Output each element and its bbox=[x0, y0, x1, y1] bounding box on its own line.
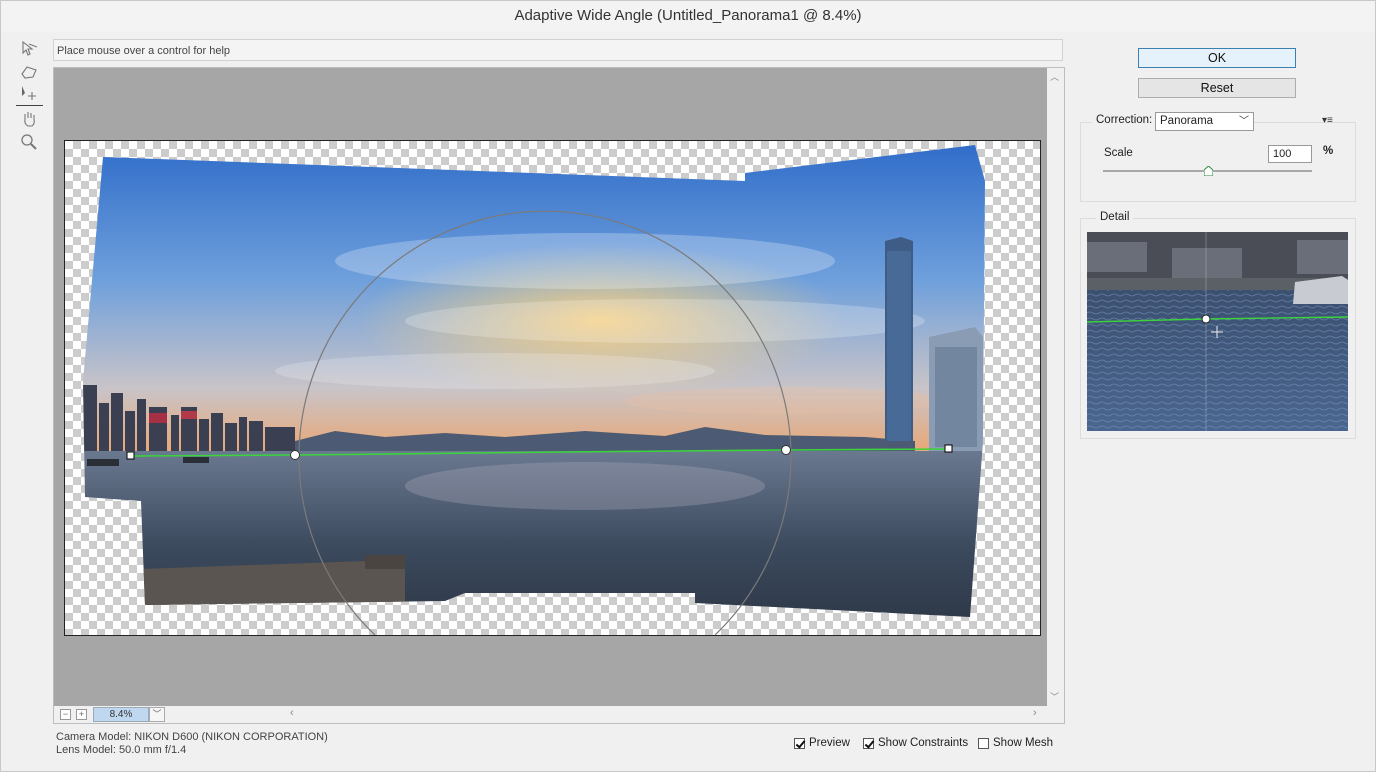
detail-loupe bbox=[1087, 232, 1348, 431]
zoom-out-button[interactable]: − bbox=[60, 709, 71, 720]
hand-tool-icon bbox=[24, 112, 35, 127]
scale-unit: % bbox=[1323, 145, 1334, 157]
show-mesh-checkbox-box[interactable] bbox=[978, 737, 989, 749]
lens-model-label: Lens Model: 50.0 mm f/1.4 bbox=[56, 744, 187, 756]
polygon-constraint-tool[interactable] bbox=[16, 61, 42, 83]
hand-tool[interactable] bbox=[16, 108, 42, 130]
zoom-tool-icon bbox=[21, 134, 37, 150]
correction-label: Correction: bbox=[1092, 114, 1157, 126]
detail-image bbox=[1087, 232, 1348, 431]
correction-value: Panorama bbox=[1160, 115, 1214, 127]
constraint-endpoint-right[interactable] bbox=[944, 444, 953, 453]
move-tool[interactable] bbox=[16, 82, 42, 104]
preview-checkbox[interactable]: Preview bbox=[794, 735, 850, 751]
move-tool-icon bbox=[22, 86, 36, 100]
zoom-dropdown-button[interactable]: ﹀ bbox=[149, 707, 165, 722]
preview-canvas[interactable] bbox=[54, 68, 1047, 706]
panorama-preview[interactable] bbox=[65, 141, 1040, 635]
chevron-down-icon: ﹀ bbox=[1239, 116, 1249, 127]
panorama-photo bbox=[83, 145, 985, 617]
tool-separator bbox=[16, 105, 43, 106]
vertical-scrollbar[interactable]: ︿ ﹀ bbox=[1047, 68, 1064, 706]
horizontal-scrollbar[interactable]: ‹ › bbox=[287, 706, 1047, 723]
window-title: Adaptive Wide Angle (Untitled_Panorama1 … bbox=[0, 0, 1376, 32]
scroll-left-icon[interactable]: ‹ bbox=[290, 707, 294, 719]
preview-checkbox-label: Preview bbox=[809, 737, 850, 749]
scale-slider-thumb[interactable] bbox=[1203, 165, 1213, 179]
scroll-right-icon[interactable]: › bbox=[1033, 707, 1037, 719]
constraint-tool[interactable] bbox=[16, 38, 42, 60]
scale-label: Scale bbox=[1104, 147, 1133, 159]
polygon-constraint-tool-icon bbox=[21, 66, 37, 79]
show-constraints-checkbox[interactable]: Show Constraints bbox=[863, 735, 968, 751]
zoom-in-button[interactable]: + bbox=[76, 709, 87, 720]
zoom-level-field[interactable]: 8.4% bbox=[93, 707, 149, 722]
reset-button[interactable]: Reset bbox=[1138, 78, 1296, 98]
constraint-handle-left[interactable] bbox=[290, 450, 300, 460]
camera-model-label: Camera Model: NIKON D600 (NIKON CORPORAT… bbox=[56, 731, 328, 743]
constraint-tool-icon bbox=[22, 40, 38, 56]
show-constraints-checkbox-label: Show Constraints bbox=[878, 737, 969, 749]
detail-label: Detail bbox=[1096, 211, 1134, 223]
scale-input[interactable]: 100 bbox=[1268, 145, 1312, 163]
panel-menu-icon[interactable]: ▾≡ bbox=[1322, 115, 1333, 126]
transparent-image-area[interactable] bbox=[64, 140, 1041, 636]
correction-group bbox=[1080, 122, 1356, 202]
show-mesh-checkbox[interactable]: Show Mesh bbox=[978, 735, 1053, 751]
show-constraints-checkbox-box[interactable] bbox=[863, 737, 874, 749]
scroll-down-icon[interactable]: ﹀ bbox=[1050, 690, 1059, 703]
help-text-bar: Place mouse over a control for help bbox=[53, 39, 1063, 61]
constraint-endpoint-left[interactable] bbox=[126, 451, 135, 460]
zoom-control: − + 8.4% ﹀ bbox=[54, 706, 286, 723]
zoom-tool[interactable] bbox=[16, 131, 42, 153]
show-mesh-checkbox-label: Show Mesh bbox=[993, 737, 1054, 749]
preview-checkbox-box[interactable] bbox=[794, 737, 805, 749]
scroll-up-icon[interactable]: ︿ bbox=[1050, 70, 1059, 83]
chevron-down-icon: ﹀ bbox=[152, 709, 162, 719]
constraint-handle-right[interactable] bbox=[781, 445, 791, 455]
ok-button[interactable]: OK bbox=[1138, 48, 1296, 68]
correction-select[interactable]: Panorama ﹀ bbox=[1155, 112, 1254, 131]
